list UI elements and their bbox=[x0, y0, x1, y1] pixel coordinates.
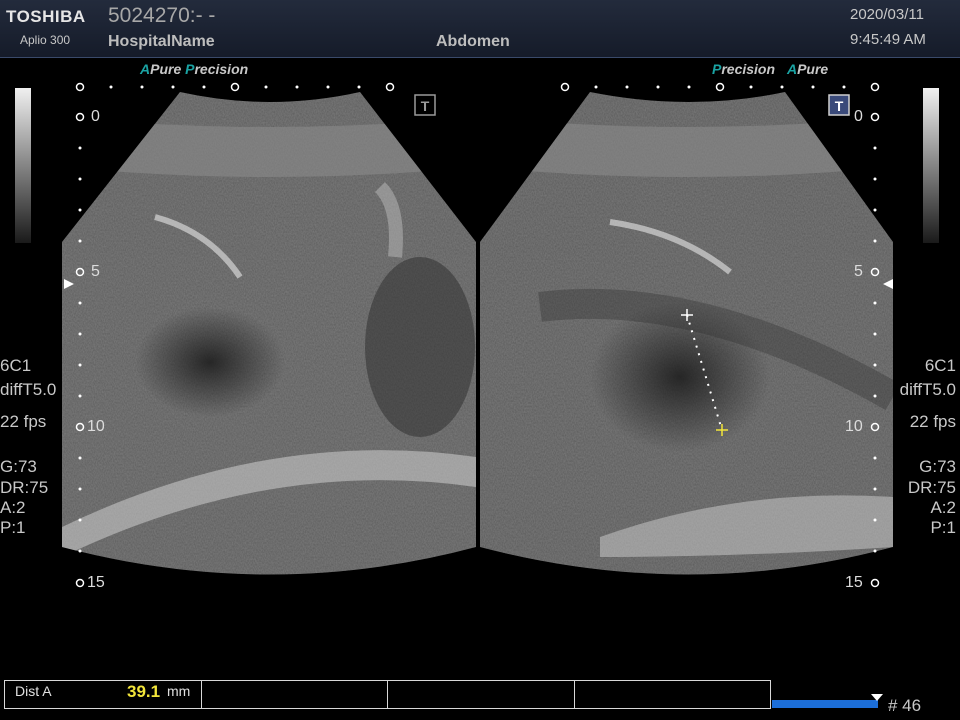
left-mode: diffT5.0 bbox=[0, 380, 57, 399]
brand-logo: TOSHIBA bbox=[6, 7, 86, 26]
measurement-cell-empty-1[interactable] bbox=[202, 681, 388, 708]
right-dynamic-range: DR:75 bbox=[907, 478, 956, 497]
measurement-label: Dist A bbox=[15, 683, 52, 699]
measurement-unit: mm bbox=[167, 683, 191, 699]
left-probe: 6C1 bbox=[0, 356, 32, 375]
left-gain: G:73 bbox=[0, 457, 37, 476]
right-depth-label-0: 0 bbox=[854, 108, 863, 125]
measurement-cell-empty-2[interactable] bbox=[388, 681, 575, 708]
exam-time: 9:45:49 AM bbox=[850, 31, 926, 48]
left-depth-label-15: 15 bbox=[87, 574, 105, 591]
header-bar: TOSHIBA Aplio 300 5024270:- - HospitalNa… bbox=[0, 0, 960, 58]
left-t-icon[interactable]: T bbox=[414, 94, 436, 116]
right-probe: 6C1 bbox=[924, 356, 956, 375]
measurement-value: 39.1 bbox=[127, 682, 161, 701]
left-grayscale-bar bbox=[15, 88, 31, 243]
right-gain: G:73 bbox=[919, 457, 956, 476]
right-t-icon-active[interactable]: T bbox=[828, 94, 850, 116]
frame-counter: # 46 bbox=[888, 696, 922, 715]
left-dynamic-range: DR:75 bbox=[0, 478, 49, 497]
exam-date: 2020/03/11 bbox=[850, 6, 924, 23]
right-a-value: A:2 bbox=[930, 498, 956, 517]
hospital-name: HospitalName bbox=[108, 33, 215, 50]
measurement-cell-empty-3[interactable] bbox=[575, 681, 770, 708]
left-ultrasound-sector bbox=[62, 92, 476, 575]
right-ultrasound-sector bbox=[480, 92, 893, 575]
right-grayscale-bar bbox=[923, 88, 939, 243]
right-fps: 22 fps bbox=[909, 412, 956, 431]
svg-text:T: T bbox=[835, 98, 844, 114]
cine-position-marker-icon[interactable] bbox=[871, 694, 883, 702]
right-depth-label-10: 10 bbox=[845, 418, 863, 435]
right-mode: diffT5.0 bbox=[899, 380, 956, 399]
left-depth-label-0: 0 bbox=[91, 108, 100, 125]
right-depth-label-5: 5 bbox=[854, 263, 863, 280]
left-p-value: P:1 bbox=[0, 518, 26, 537]
measurement-result-bar: Dist A 39.1 mm bbox=[4, 680, 771, 709]
cine-progress-bar[interactable] bbox=[772, 700, 878, 708]
right-p-value: P:1 bbox=[930, 518, 956, 537]
model-name: Aplio 300 bbox=[20, 33, 71, 47]
left-fps: 22 fps bbox=[0, 412, 47, 431]
ultrasound-image-area: T T bbox=[62, 82, 893, 588]
left-precision-label: APure Precision bbox=[140, 61, 249, 77]
svg-text:T: T bbox=[421, 98, 430, 114]
right-precision-label: Precision APure bbox=[712, 61, 829, 77]
left-a-value: A:2 bbox=[0, 498, 26, 517]
exam-preset: Abdomen bbox=[436, 33, 510, 50]
left-depth-label-5: 5 bbox=[91, 263, 100, 280]
measurement-cell-dist-a[interactable]: Dist A 39.1 mm bbox=[5, 681, 202, 708]
top-scale-ruler bbox=[75, 82, 880, 92]
patient-id: 5024270:- - bbox=[108, 4, 216, 27]
right-depth-label-15: 15 bbox=[845, 574, 863, 591]
left-depth-label-10: 10 bbox=[87, 418, 105, 435]
